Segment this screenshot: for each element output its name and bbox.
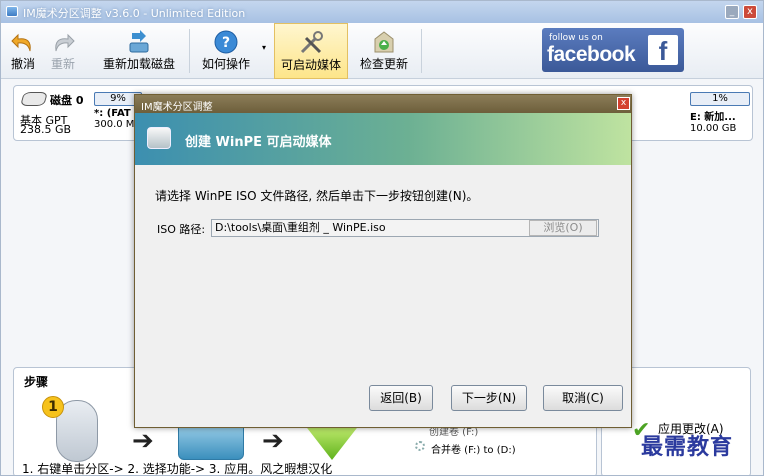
toolbar-separator — [189, 29, 190, 73]
dialog-close-button[interactable]: x — [617, 97, 630, 110]
window-title: IM魔术分区调整 v3.6.0 - Unlimited Edition — [23, 7, 246, 20]
spinner-icon — [415, 441, 425, 451]
svg-text:?: ? — [222, 35, 230, 51]
undo-icon — [11, 33, 31, 52]
toolbar-separator — [421, 29, 422, 73]
steps-heading: 步骤 — [24, 375, 49, 389]
update-icon — [374, 31, 394, 53]
reload-disk-label: 重新加载磁盘 — [102, 57, 175, 71]
partition-label: E: 新加... — [690, 112, 736, 123]
back-button[interactable]: 返回(B) — [369, 385, 433, 411]
tools-icon — [300, 31, 323, 54]
dialog-instruction: 请选择 WinPE ISO 文件路径, 然后单击下一步按钮创建(N)。 — [155, 189, 479, 203]
watermark-text: 最需教育 — [641, 434, 734, 460]
facebook-banner[interactable]: follow us on facebook f — [542, 28, 684, 72]
app-window: IM魔术分区调整 v3.6.0 - Unlimited Edition _ x … — [0, 0, 764, 476]
dialog-banner: 创建 WinPE 可启动媒体 — [135, 113, 631, 165]
dialog-title-bar: IM魔术分区调整 x — [135, 95, 631, 113]
facebook-follow-text: follow us on — [549, 33, 603, 43]
check-update-label: 检查更新 — [359, 57, 408, 71]
bootable-media-button[interactable]: 可启动媒体 — [274, 23, 348, 79]
winpe-dialog: IM魔术分区调整 x 创建 WinPE 可启动媒体 请选择 WinPE ISO … — [134, 94, 632, 428]
facebook-icon: f — [648, 35, 678, 66]
reload-disk-icon — [129, 30, 149, 53]
toolbar: 撤消 重新 重新加载磁盘 ? 如何操作 ▾ 可启动媒体 检查更新 follow … — [1, 23, 763, 79]
reload-disk-button[interactable]: 重新加载磁盘 — [95, 23, 183, 79]
help-icon: ? — [214, 30, 238, 54]
undo-button[interactable]: 撤消 — [5, 23, 41, 79]
dialog-banner-title: 创建 WinPE 可启动媒体 — [185, 135, 332, 150]
partition-block[interactable]: 1% E: 新加... 10.00 GB — [690, 92, 750, 136]
partition-usage-bar: 1% — [690, 92, 750, 106]
dialog-button-row: 返回(B) 下一步(N) 取消(C) — [135, 385, 631, 415]
bootable-media-label: 可启动媒体 — [280, 58, 341, 72]
checkmark-icon — [304, 424, 360, 460]
redo-icon — [55, 33, 75, 52]
arrow-right-icon: ➔ — [262, 426, 284, 456]
next-button[interactable]: 下一步(N) — [451, 385, 527, 411]
minimize-button[interactable]: _ — [725, 5, 739, 19]
undo-label: 撤消 — [10, 57, 35, 71]
disk-size: 238.5 GB — [20, 123, 72, 136]
how-to-dropdown-icon[interactable]: ▾ — [259, 43, 269, 53]
browse-button[interactable]: 浏览(O) — [529, 220, 597, 236]
cancel-button[interactable]: 取消(C) — [543, 385, 623, 411]
step-number-badge: 1 — [42, 396, 64, 418]
disk-icon — [20, 92, 48, 106]
how-to-button[interactable]: ? 如何操作 — [195, 23, 257, 79]
arrow-right-icon: ➔ — [132, 426, 154, 456]
partition-size: 10.00 GB — [690, 123, 737, 134]
how-to-label: 如何操作 — [201, 57, 250, 71]
close-button[interactable]: x — [743, 5, 757, 19]
app-icon — [6, 6, 18, 17]
redo-button[interactable]: 重新 — [45, 23, 81, 79]
facebook-wordmark: facebook — [547, 43, 636, 66]
steps-text: 1. 右键单击分区-> 2. 选择功能-> 3. 应用。风之暇想汉化 — [22, 462, 333, 476]
title-bar: IM魔术分区调整 v3.6.0 - Unlimited Edition _ x — [1, 1, 763, 23]
check-update-button[interactable]: 检查更新 — [352, 23, 416, 79]
redo-label: 重新 — [50, 57, 75, 71]
disk-name: 磁盘 0 — [50, 94, 84, 107]
dialog-title: IM魔术分区调整 — [141, 102, 213, 113]
iso-path-label: ISO 路径: — [157, 223, 206, 236]
disk-drive-icon — [147, 127, 171, 149]
pending-operation-item[interactable]: 合并卷 (F:) to (D:) — [431, 441, 516, 456]
